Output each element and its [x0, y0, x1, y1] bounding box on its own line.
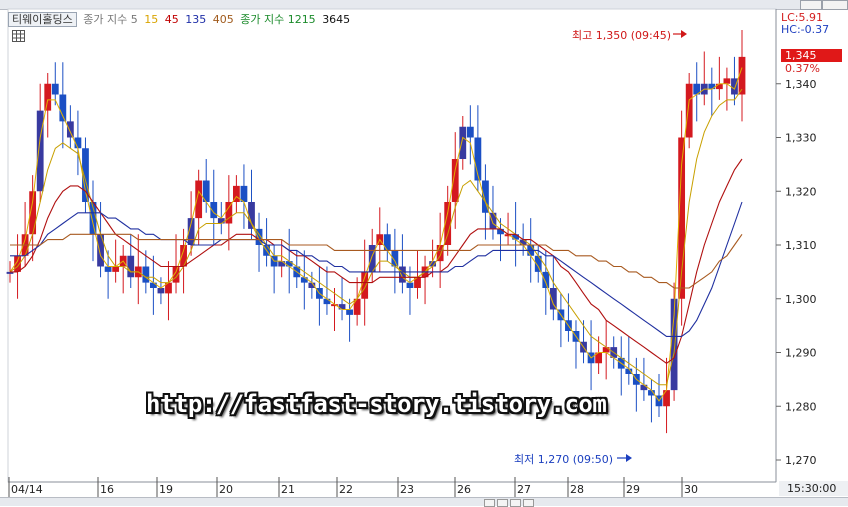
price-bar [663, 390, 670, 407]
price-bar [157, 288, 165, 294]
price-bar [195, 180, 203, 219]
price-bar [285, 261, 293, 267]
y-tick-label: 1,290 [785, 347, 817, 360]
current-change-label: 0.37% [785, 62, 820, 75]
watermark-text: http://fastfast-story.tistory.com [146, 390, 607, 418]
price-bar [406, 282, 414, 288]
price-bar [466, 126, 474, 138]
ma2-label: 종가 지수 1215 [240, 13, 316, 26]
grid-icon[interactable] [12, 30, 25, 42]
time-box: 15:30:00 [779, 481, 848, 496]
price-bar [217, 218, 225, 224]
price-bar [715, 83, 723, 90]
price-bar [338, 304, 346, 310]
ma-period-405: 405 [212, 13, 234, 26]
price-bar [240, 185, 248, 202]
ma-period-135: 135 [185, 13, 207, 26]
x-tick-label: 28 [570, 483, 584, 496]
price-bar [723, 78, 731, 84]
x-tick-label: 20 [219, 483, 233, 496]
price-bar [300, 277, 308, 283]
price-bar [112, 266, 120, 272]
chart-legend: 티웨이홀딩스 종가 지수 5 15 45 135 405 종가 지수 1215 … [8, 11, 353, 27]
price-bar [51, 83, 59, 95]
y-tick-label: 1,340 [785, 78, 817, 91]
time-label: 15:30:00 [787, 482, 837, 495]
ma-period-45: 45 [164, 13, 179, 26]
price-bar [97, 234, 104, 267]
price-bar [459, 126, 467, 159]
x-tick-label: 16 [100, 483, 114, 496]
price-bar [519, 239, 527, 245]
high-annotation: 최고 1,350 (09:45) [572, 29, 672, 42]
price-bar [66, 121, 74, 138]
scroll-button[interactable] [484, 499, 495, 507]
scroll-button-3[interactable] [510, 499, 521, 507]
stock-name-label[interactable]: 티웨이홀딩스 [8, 12, 77, 27]
price-bar [59, 94, 67, 122]
y-tick-label: 1,330 [785, 132, 817, 145]
price-bar [708, 83, 716, 90]
x-tick-label: 26 [457, 483, 471, 496]
x-tick-label: 21 [281, 483, 295, 496]
price-bar [104, 266, 112, 272]
price-bar [44, 83, 52, 111]
price-bar [278, 261, 286, 267]
price-bar [497, 228, 504, 235]
x-tick-label: 30 [684, 483, 698, 496]
ma-period-15: 15 [144, 13, 159, 26]
price-bar [399, 266, 406, 283]
low-annotation: 최저 1,270 (09:50) [514, 453, 614, 466]
price-bar [353, 298, 361, 315]
price-bar [542, 271, 550, 288]
y-tick-label: 1,320 [785, 185, 817, 198]
price-chart: 1,270 1,280 1,290 1,300 1,310 1,320 1,330 1,340… [6, 8, 817, 497]
x-tick-label: 23 [400, 483, 414, 496]
price-bar [127, 255, 135, 278]
price-bar [383, 234, 391, 251]
ma2-extra: 3645 [322, 13, 351, 26]
price-bar [346, 309, 353, 315]
price-bar [512, 234, 520, 240]
price-bar [149, 282, 157, 288]
price-bar [489, 212, 497, 229]
y-axis-ticks: 1,270 1,280 1,290 1,300 1,310 1,320 1,330 1,340 [776, 78, 817, 467]
x-tick-label: 04/14 [11, 483, 43, 496]
price-bar [602, 347, 610, 353]
y-tick-label: 1,280 [785, 400, 817, 413]
current-price-badge: 1,345 [781, 49, 842, 62]
price-bar [685, 83, 693, 138]
y-tick-label: 1,270 [785, 454, 817, 467]
price-bar [142, 266, 150, 283]
hc-label: HC:-0.37 [781, 23, 830, 36]
price-bar [36, 110, 44, 192]
y-tick-label: 1,300 [785, 293, 817, 306]
scroll-button-4[interactable] [523, 499, 534, 507]
x-tick-label: 19 [159, 483, 173, 496]
x-tick-label: 27 [517, 483, 531, 496]
x-tick-label: 22 [339, 483, 353, 496]
price-bar [323, 298, 331, 305]
scroll-button-2[interactable] [497, 499, 508, 507]
x-tick-label: 29 [626, 483, 640, 496]
price-bar [731, 78, 738, 95]
y-tick-label: 1,310 [785, 239, 817, 252]
ma-label: 종가 지수 5 [83, 13, 138, 26]
price-bar [640, 384, 648, 391]
